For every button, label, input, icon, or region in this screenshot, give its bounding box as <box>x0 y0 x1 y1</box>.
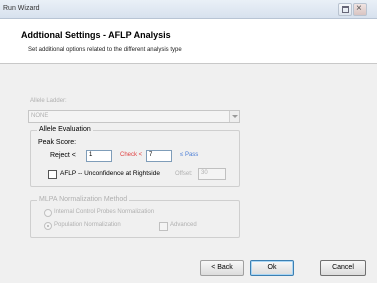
allele-ladder-label: Allele Ladder: <box>30 98 67 104</box>
page-subtitle: Set additional options related to the di… <box>28 47 182 53</box>
allele-evaluation-legend: Allele Evaluation <box>37 126 93 133</box>
title-bar: Run Wizard <box>0 0 377 19</box>
reject-label: Reject < <box>50 152 76 159</box>
maximize-icon[interactable] <box>338 3 352 16</box>
offset-value: 30 <box>201 170 208 176</box>
population-normalization-label: Population Normalization <box>54 222 121 228</box>
allele-ladder-select[interactable]: NONE <box>28 110 240 123</box>
back-button[interactable]: < Back <box>200 260 244 276</box>
page-title: Addtional Settings - AFLP Analysis <box>21 30 171 40</box>
population-normalization-radio[interactable] <box>44 222 52 230</box>
check-label: Check < <box>120 152 143 158</box>
offset-label: Offset: <box>175 171 193 177</box>
window-title: Run Wizard <box>3 5 40 12</box>
allele-ladder-value: NONE <box>31 113 49 119</box>
advanced-label: Advanced <box>170 222 197 228</box>
check-threshold-input[interactable]: 7 <box>146 150 172 162</box>
close-icon[interactable] <box>353 3 367 16</box>
chevron-down-icon[interactable] <box>229 111 239 122</box>
cancel-button[interactable]: Cancel <box>320 260 366 276</box>
peak-score-label: Peak Score: <box>38 139 77 146</box>
offset-input[interactable]: 30 <box>198 168 226 180</box>
aflp-checkbox-label: AFLP -- Unconfidence at Rightside <box>60 170 160 177</box>
mlpa-legend: MLPA Normalization Method <box>37 196 130 203</box>
internal-control-label: Internal Control Probes Normalization <box>54 209 155 215</box>
check-threshold-value: 7 <box>149 152 153 158</box>
wizard-header: Addtional Settings - AFLP Analysis Set a… <box>0 19 377 64</box>
aflp-unconfidence-checkbox[interactable] <box>48 170 57 179</box>
reject-threshold-value: 1 <box>89 152 93 158</box>
internal-control-radio[interactable] <box>44 209 52 217</box>
advanced-checkbox[interactable] <box>159 222 168 231</box>
reject-threshold-input[interactable]: 1 <box>86 150 112 162</box>
mlpa-normalization-group: MLPA Normalization Method <box>30 196 240 238</box>
pass-label: ≤ Pass <box>180 152 199 158</box>
ok-button[interactable]: Ok <box>250 260 294 276</box>
